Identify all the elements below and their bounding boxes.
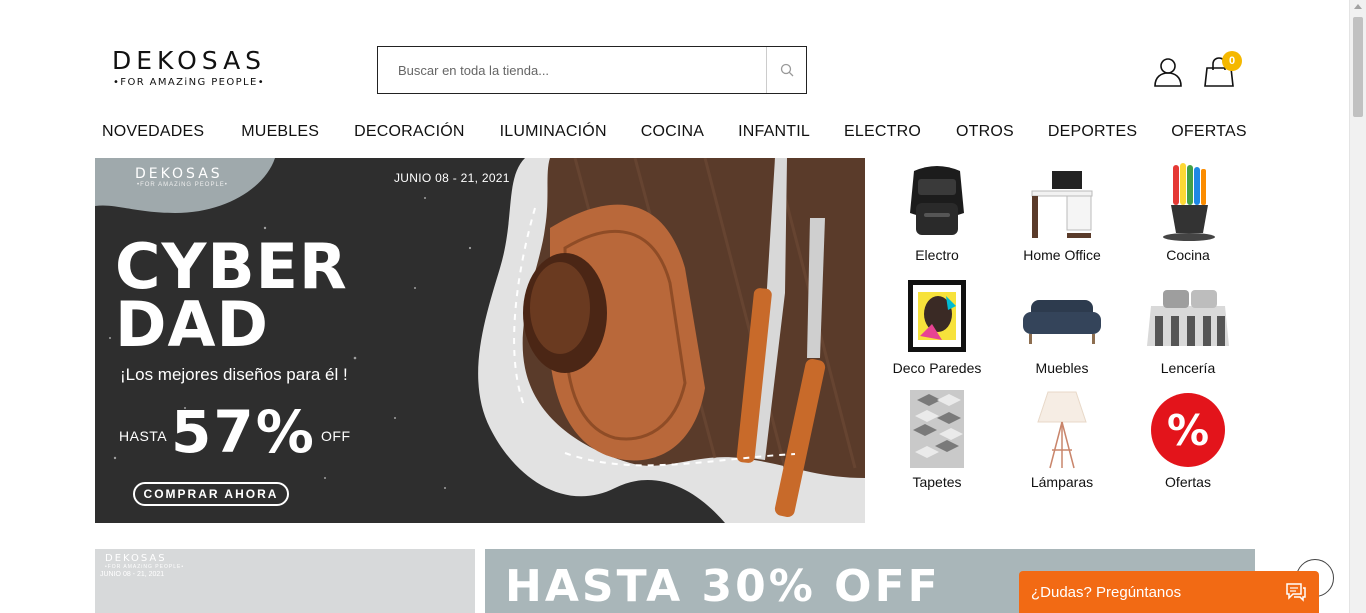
promo-banner-left[interactable]: DEKOSAS •FOR AMAZiNG PEOPLE• JUNIO 08 - … [95, 549, 475, 613]
chat-label: ¿Dudas? Pregúntanos [1031, 583, 1182, 601]
main-nav: NOVEDADES MUEBLES DECORACIÓN ILUMINACIÓN… [95, 123, 1247, 147]
nav-item-ofertas[interactable]: OFERTAS [1171, 123, 1247, 147]
desk-icon [1012, 163, 1112, 243]
category-ofertas[interactable]: % Ofertas [1133, 390, 1243, 490]
nav-item-infantil[interactable]: INFANTIL [738, 123, 810, 147]
search-input[interactable] [378, 47, 766, 93]
chat-widget[interactable]: ¿Dudas? Pregúntanos [1019, 571, 1319, 613]
search-button[interactable] [766, 47, 806, 93]
page: DEKOSAS •FOR AMAZiNG PEOPLE• 0 NOVEDADES… [0, 0, 1366, 613]
search-icon [780, 63, 793, 77]
category-home-office[interactable]: Home Office [1007, 163, 1117, 263]
banner-headline: HASTA 30% OFF [505, 561, 941, 612]
hero-off-label: OFF [321, 428, 351, 444]
kitchen-utensils-icon [1138, 163, 1238, 243]
page-scrollbar[interactable] [1349, 0, 1366, 613]
category-label: Cocina [1166, 247, 1210, 263]
rug-icon [887, 390, 987, 470]
hero-cta-button[interactable]: COMPRAR AHORA [133, 482, 289, 506]
category-muebles[interactable]: Muebles [1007, 276, 1117, 376]
bed-linen-icon [1138, 276, 1238, 356]
banner-date: JUNIO 08 - 21, 2021 [100, 571, 165, 578]
wall-art-icon [887, 276, 987, 356]
nav-item-otros[interactable]: OTROS [956, 123, 1014, 147]
nav-item-deportes[interactable]: DEPORTES [1048, 123, 1137, 147]
hero-brand-tagline: •FOR AMAZiNG PEOPLE• [137, 182, 228, 188]
hero-discount-percent: 57% [171, 398, 316, 466]
svg-text:%: % [1167, 406, 1209, 455]
search-bar [377, 46, 807, 94]
category-label: Deco Paredes [892, 360, 982, 376]
nav-item-electro[interactable]: ELECTRO [844, 123, 921, 147]
nav-item-cocina[interactable]: COCINA [641, 123, 704, 147]
scrollbar-thumb[interactable] [1353, 17, 1363, 117]
category-label: Home Office [1023, 247, 1101, 263]
air-fryer-icon [887, 163, 987, 243]
sofa-icon [1012, 276, 1112, 356]
scroll-up-arrow-icon[interactable] [1354, 4, 1362, 9]
category-tapetes[interactable]: Tapetes [882, 390, 992, 490]
logo-tagline: •FOR AMAZiNG PEOPLE• [113, 77, 266, 88]
user-account-icon[interactable] [1152, 56, 1184, 88]
hero-brand: DEKOSAS [135, 166, 223, 182]
cart-count-badge: 0 [1222, 51, 1242, 71]
hero-subtitle: ¡Los mejores diseños para él ! [120, 365, 348, 384]
hero-date: JUNIO 08 - 21, 2021 [394, 171, 510, 185]
site-logo[interactable]: DEKOSAS •FOR AMAZiNG PEOPLE• [112, 46, 292, 94]
category-label: Lencería [1160, 360, 1216, 376]
category-label: Lámparas [1030, 474, 1094, 490]
hero-hasta-label: HASTA [119, 428, 168, 444]
nav-item-novedades[interactable]: NOVEDADES [102, 123, 204, 147]
category-electro[interactable]: Electro [882, 163, 992, 263]
hero-banner[interactable]: DEKOSAS •FOR AMAZiNG PEOPLE• JUNIO 08 - … [95, 158, 865, 523]
category-label: Electro [915, 247, 959, 263]
banner-brand-tagline: •FOR AMAZiNG PEOPLE• [105, 564, 185, 570]
category-lenceria[interactable]: Lencería [1133, 276, 1243, 376]
logo-name: DEKOSAS [112, 46, 267, 75]
percent-icon: % [1138, 390, 1238, 470]
category-deco-paredes[interactable]: Deco Paredes [882, 276, 992, 376]
chat-bubble-icon [1286, 583, 1306, 602]
category-label: Ofertas [1165, 474, 1211, 490]
category-label: Tapetes [912, 474, 962, 490]
category-cocina[interactable]: Cocina [1133, 163, 1243, 263]
hero-title: CYBER DAD [115, 230, 348, 361]
banner-brand: DEKOSAS [105, 553, 167, 564]
category-label: Muebles [1035, 360, 1089, 376]
nav-item-decoracion[interactable]: DECORACIÓN [354, 123, 464, 147]
nav-item-muebles[interactable]: MUEBLES [241, 123, 319, 147]
category-lamparas[interactable]: Lámparas [1007, 390, 1117, 490]
lamp-icon [1012, 390, 1112, 470]
nav-item-iluminacion[interactable]: ILUMINACIÓN [500, 123, 607, 147]
